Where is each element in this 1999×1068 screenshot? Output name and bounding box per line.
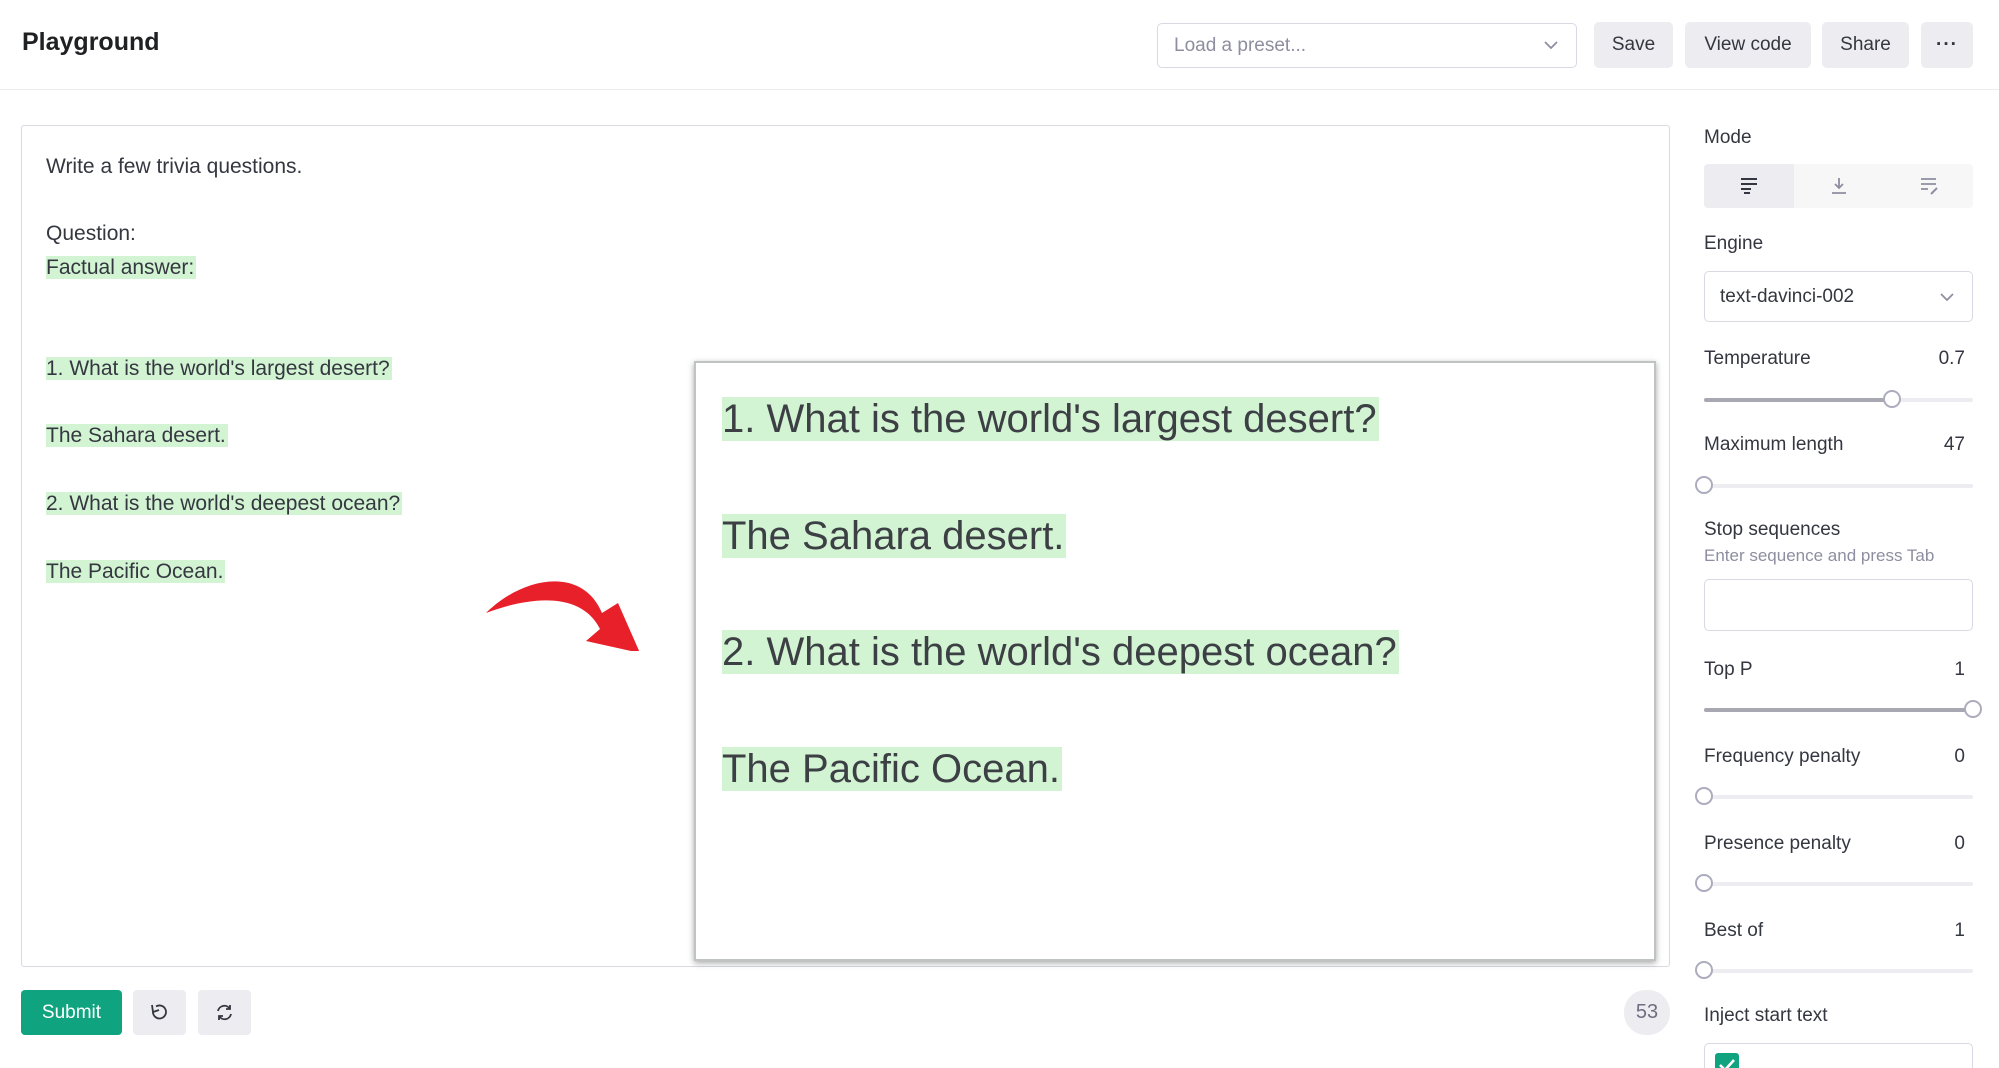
completion-line: 1. What is the world's largest desert? [46, 355, 392, 383]
max-length-slider[interactable] [1695, 476, 1973, 494]
checkmark-icon [1719, 1059, 1735, 1068]
completion-line: 2. What is the world's deepest ocean? [46, 490, 403, 518]
complete-mode-icon [1741, 178, 1757, 194]
completion-highlight: 2. What is the world's deepest ocean? [46, 492, 403, 515]
prompt-line-text: Question: [46, 222, 136, 245]
view-code-button[interactable]: View code [1685, 22, 1811, 68]
top-bar: Playground Load a preset... Save View co… [0, 0, 1999, 90]
mode-selector [1704, 164, 1973, 208]
zoom-highlight: 1. What is the world's largest desert? [722, 397, 1379, 441]
presence-penalty-value: 0 [1954, 833, 1965, 854]
completion-line: Factual answer: [46, 254, 197, 282]
completion-line: The Sahara desert. [46, 422, 228, 450]
slider-thumb[interactable] [1964, 700, 1982, 718]
zoom-line: The Pacific Ocean. [722, 745, 1062, 793]
top-p-value: 1 [1954, 659, 1965, 680]
mode-insert-button[interactable] [1794, 164, 1884, 208]
mode-complete-button[interactable] [1704, 164, 1794, 208]
completion-highlight: 1. What is the world's largest desert? [46, 357, 392, 380]
presence-penalty-slider[interactable] [1695, 874, 1973, 892]
slider-thumb[interactable] [1695, 787, 1713, 805]
page-title: Playground [22, 28, 160, 56]
inject-start-text-label: Inject start text [1704, 1005, 1828, 1026]
mode-edit-button[interactable] [1884, 164, 1974, 208]
undo-icon [151, 1004, 167, 1020]
top-p-label: Top P [1704, 659, 1753, 680]
max-length-value: 47 [1943, 434, 1965, 455]
prompt-line: Question: [46, 220, 136, 248]
zoom-highlight: The Pacific Ocean. [722, 747, 1062, 791]
insert-mode-icon [1832, 178, 1846, 194]
zoom-line: 1. What is the world's largest desert? [722, 395, 1379, 443]
prompt-line: Write a few trivia questions. [46, 155, 303, 178]
max-length-label: Maximum length [1704, 434, 1844, 455]
engine-value: text-davinci-002 [1720, 286, 1855, 307]
slider-thumb[interactable] [1883, 390, 1902, 408]
chevron-down-icon [1938, 288, 1956, 311]
regenerate-icon [217, 1004, 232, 1021]
frequency-penalty-label: Frequency penalty [1704, 746, 1861, 767]
checkmark-box [1715, 1053, 1739, 1068]
zoom-line: The Sahara desert. [722, 512, 1067, 560]
presence-penalty-label: Presence penalty [1704, 833, 1851, 854]
best-of-slider[interactable] [1695, 961, 1973, 979]
save-button[interactable]: Save [1594, 22, 1673, 68]
share-button[interactable]: Share [1822, 22, 1909, 68]
slider-thumb[interactable] [1695, 874, 1713, 892]
slider-fill [1704, 708, 1973, 712]
engine-label: Engine [1704, 233, 1764, 254]
submit-button[interactable]: Submit [21, 990, 122, 1035]
prompt-editor[interactable]: Write a few trivia questions. Question: … [21, 125, 1670, 967]
completion-highlight: Factual answer: [46, 256, 197, 279]
engine-select[interactable]: text-davinci-002 [1704, 271, 1973, 322]
curved-arrow-icon [482, 571, 652, 656]
completion-highlight: The Sahara desert. [46, 424, 228, 447]
zoom-highlight: The Sahara desert. [722, 514, 1067, 558]
stop-sequences-input[interactable] [1704, 579, 1973, 631]
temperature-slider[interactable] [1704, 390, 1973, 408]
best-of-value: 1 [1954, 920, 1965, 941]
temperature-value: 0.7 [1938, 348, 1965, 369]
undo-button[interactable] [133, 990, 186, 1035]
stop-sequences-hint: Enter sequence and press Tab [1704, 546, 1935, 565]
preset-select[interactable]: Load a preset... [1157, 23, 1577, 68]
slider-thumb[interactable] [1695, 961, 1713, 979]
chevron-down-icon [1542, 36, 1560, 59]
mode-label: Mode [1704, 127, 1752, 148]
top-p-slider[interactable] [1704, 700, 1982, 718]
frequency-penalty-value: 0 [1954, 746, 1965, 767]
preset-placeholder: Load a preset... [1174, 35, 1307, 56]
completion-line: The Pacific Ocean. [46, 558, 226, 586]
inject-start-text-checkbox[interactable] [1704, 1043, 1973, 1068]
edit-mode-icon [1921, 178, 1938, 195]
stop-sequences-label: Stop sequences [1704, 519, 1841, 540]
slider-fill [1704, 398, 1893, 402]
more-options-button[interactable]: ··· [1921, 22, 1973, 68]
temperature-label: Temperature [1704, 348, 1811, 369]
frequency-penalty-slider[interactable] [1695, 787, 1973, 805]
zoom-highlight: 2. What is the world's deepest ocean? [722, 630, 1399, 674]
zoom-line: 2. What is the world's deepest ocean? [722, 628, 1399, 676]
completion-highlight: The Pacific Ocean. [46, 560, 226, 583]
regenerate-button[interactable] [198, 990, 251, 1035]
best-of-label: Best of [1704, 920, 1764, 941]
token-count-badge: 53 [1624, 990, 1670, 1035]
slider-thumb[interactable] [1695, 476, 1713, 494]
zoomed-output-callout: 1. What is the world's largest desert? T… [694, 361, 1656, 961]
